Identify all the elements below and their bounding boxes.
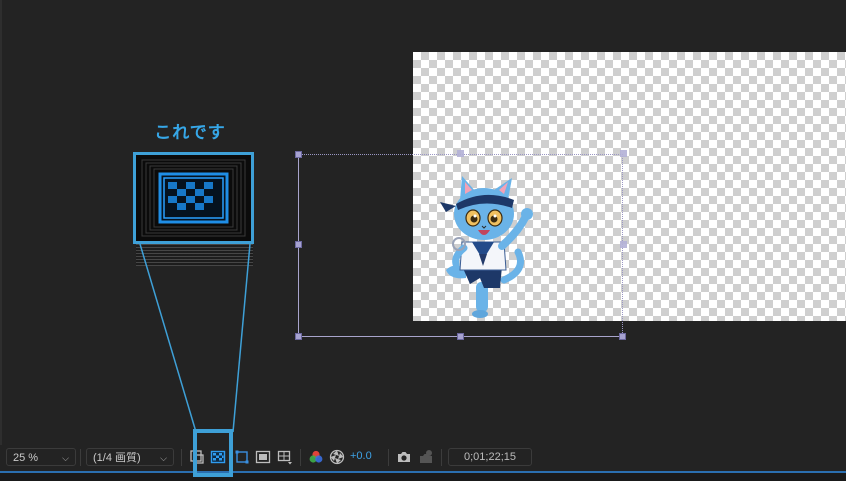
resolution-dropdown[interactable]: (1/4 画質) ⌵: [86, 448, 174, 466]
safe-margins-icon[interactable]: [255, 449, 271, 465]
color-management-icon[interactable]: [329, 449, 345, 465]
mask-path-visibility-icon[interactable]: [234, 449, 250, 465]
toolbar-separator: [80, 449, 81, 466]
toolbar-separator: [300, 449, 301, 466]
snapshot-camera-icon[interactable]: [396, 449, 412, 465]
color-channels-icon[interactable]: [308, 449, 324, 465]
grid-guides-icon[interactable]: [277, 449, 293, 465]
callout-connector-lines: [139, 243, 251, 433]
magnification-value: 25 %: [13, 452, 39, 464]
toolbar-separator: [388, 449, 389, 466]
magnification-dropdown[interactable]: 25 % ⌵: [6, 448, 76, 466]
toolbar-separator: [441, 449, 442, 466]
transparency-grid-highlight: [193, 429, 233, 477]
exposure-value[interactable]: +0.0: [350, 450, 372, 462]
toolbar-separator: [181, 449, 182, 466]
show-snapshot-icon[interactable]: [418, 449, 434, 465]
resolution-value: (1/4 画質): [93, 452, 141, 464]
chevron-down-icon: ⌵: [160, 453, 167, 463]
current-time-display[interactable]: 0;01;22;15: [448, 448, 532, 466]
chevron-down-icon: ⌵: [62, 453, 69, 463]
panel-bottom-strip: [0, 473, 846, 481]
